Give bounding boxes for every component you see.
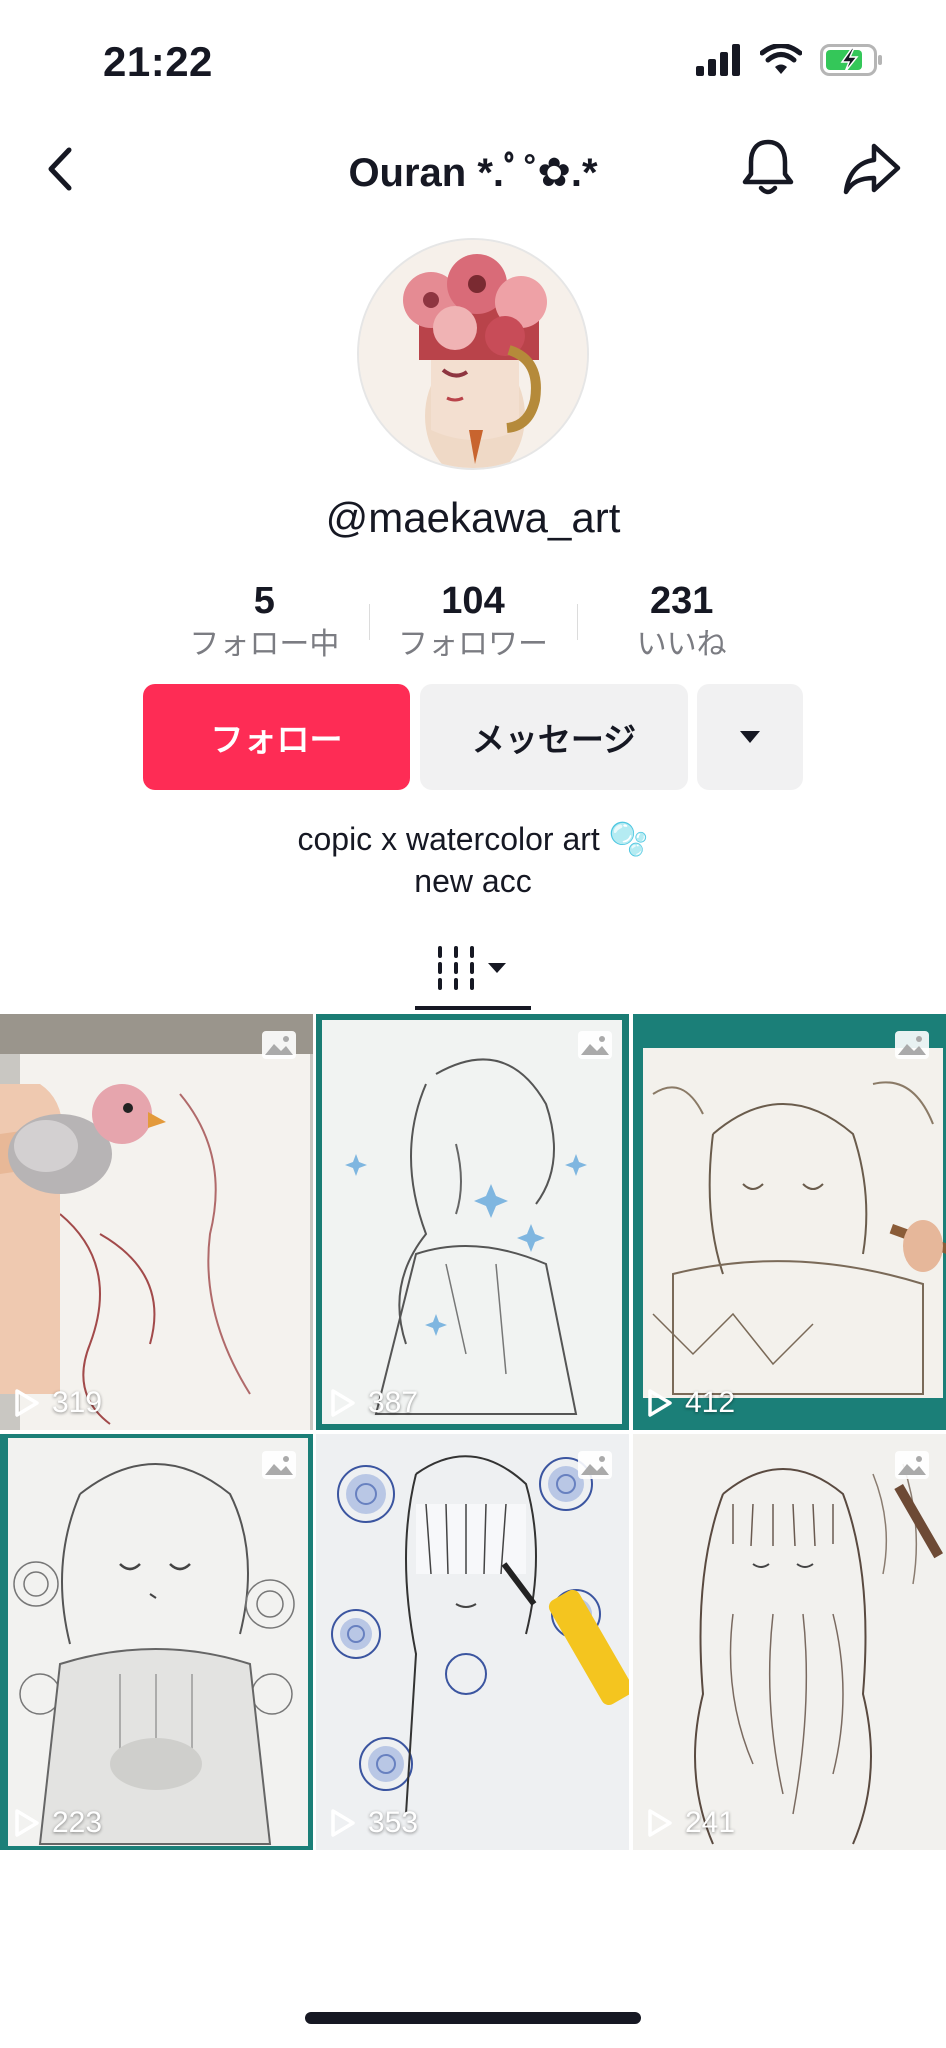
stat-followers[interactable]: 104 フォロワー (368, 578, 578, 668)
avatar-illustration (359, 240, 587, 468)
play-icon (648, 1389, 672, 1417)
stat-label: フォロワー (398, 628, 548, 661)
avatar[interactable] (357, 238, 589, 470)
photo-icon (895, 1031, 929, 1059)
video-thumbnail[interactable]: 412 (633, 1014, 946, 1430)
signal-icon (696, 44, 740, 76)
play-icon (331, 1809, 355, 1837)
tab-videos[interactable] (415, 930, 531, 1008)
message-button[interactable]: メッセージ (420, 684, 688, 790)
tab-active-indicator (415, 1006, 531, 1010)
video-thumbnail[interactable]: 223 (0, 1434, 313, 1850)
stat-label: いいね (636, 628, 727, 661)
content-tabs (0, 930, 946, 1012)
thumbnail-art (633, 1434, 946, 1850)
play-icon (331, 1389, 355, 1417)
thumbnail-art (316, 1434, 629, 1850)
view-count: 353 (330, 1806, 418, 1840)
bio-line: new acc (414, 863, 532, 899)
thumbnail-art (0, 1434, 313, 1850)
photo-icon (262, 1451, 296, 1479)
profile-title: Ouran *.ﾟ˚✿.* (348, 151, 598, 195)
stat-following[interactable]: 5 フォロー中 (160, 578, 369, 668)
view-count: 387 (330, 1386, 418, 1420)
dropdown-arrow-icon (740, 731, 760, 743)
stat-likes: 231 いいね (577, 578, 786, 668)
follow-button[interactable]: フォロー (143, 684, 410, 790)
action-buttons: フォロー メッセージ (143, 684, 803, 792)
share-button[interactable] (842, 138, 902, 198)
photo-icon (895, 1451, 929, 1479)
top-nav: Ouran *.ﾟ˚✿.* (0, 130, 946, 210)
video-thumbnail[interactable]: 241 (633, 1434, 946, 1850)
view-count-text: 387 (368, 1386, 419, 1419)
bio: copic x watercolor art 🫧 new acc (0, 818, 946, 902)
bell-icon (742, 139, 794, 195)
notification-button[interactable] (740, 136, 796, 198)
thumbnail-art (0, 1014, 313, 1430)
grid-filter-icon (438, 946, 506, 990)
view-count: 223 (14, 1806, 102, 1840)
status-time: 21:22 (103, 38, 213, 85)
username: @maekawa_art (325, 494, 621, 541)
profile-stats: 5 フォロー中 104 フォロワー 231 いいね (160, 578, 786, 668)
play-icon (648, 1809, 672, 1837)
view-count-text: 353 (368, 1806, 419, 1839)
view-count-text: 223 (52, 1806, 103, 1839)
status-icons (696, 44, 884, 76)
stat-value: 231 (649, 580, 714, 622)
stat-value: 5 (253, 580, 275, 622)
battery-icon (820, 44, 882, 76)
status-bar: 21:22 (0, 0, 946, 120)
thumbnail-art (633, 1014, 946, 1430)
video-thumbnail[interactable]: 387 (316, 1014, 629, 1430)
play-icon (15, 1389, 39, 1417)
view-count: 319 (14, 1386, 102, 1420)
stat-label: フォロー中 (189, 628, 340, 661)
home-indicator[interactable] (305, 2012, 641, 2024)
photo-icon (578, 1451, 612, 1479)
share-icon (843, 143, 901, 195)
thumbnail-art (316, 1014, 629, 1430)
view-count-text: 412 (685, 1386, 736, 1419)
view-count-text: 241 (685, 1806, 736, 1839)
photo-icon (262, 1031, 296, 1059)
play-icon (15, 1809, 39, 1837)
view-count-text: 319 (52, 1386, 103, 1419)
video-thumbnail[interactable]: 353 (316, 1434, 629, 1850)
view-count: 241 (647, 1806, 735, 1840)
bio-line: copic x watercolor art 🫧 (297, 821, 649, 857)
stat-value: 104 (441, 580, 505, 622)
photo-icon (578, 1031, 612, 1059)
wifi-icon (760, 44, 802, 74)
view-count: 412 (647, 1386, 735, 1420)
more-options-button[interactable] (697, 684, 803, 790)
video-thumbnail[interactable]: 319 (0, 1014, 313, 1430)
